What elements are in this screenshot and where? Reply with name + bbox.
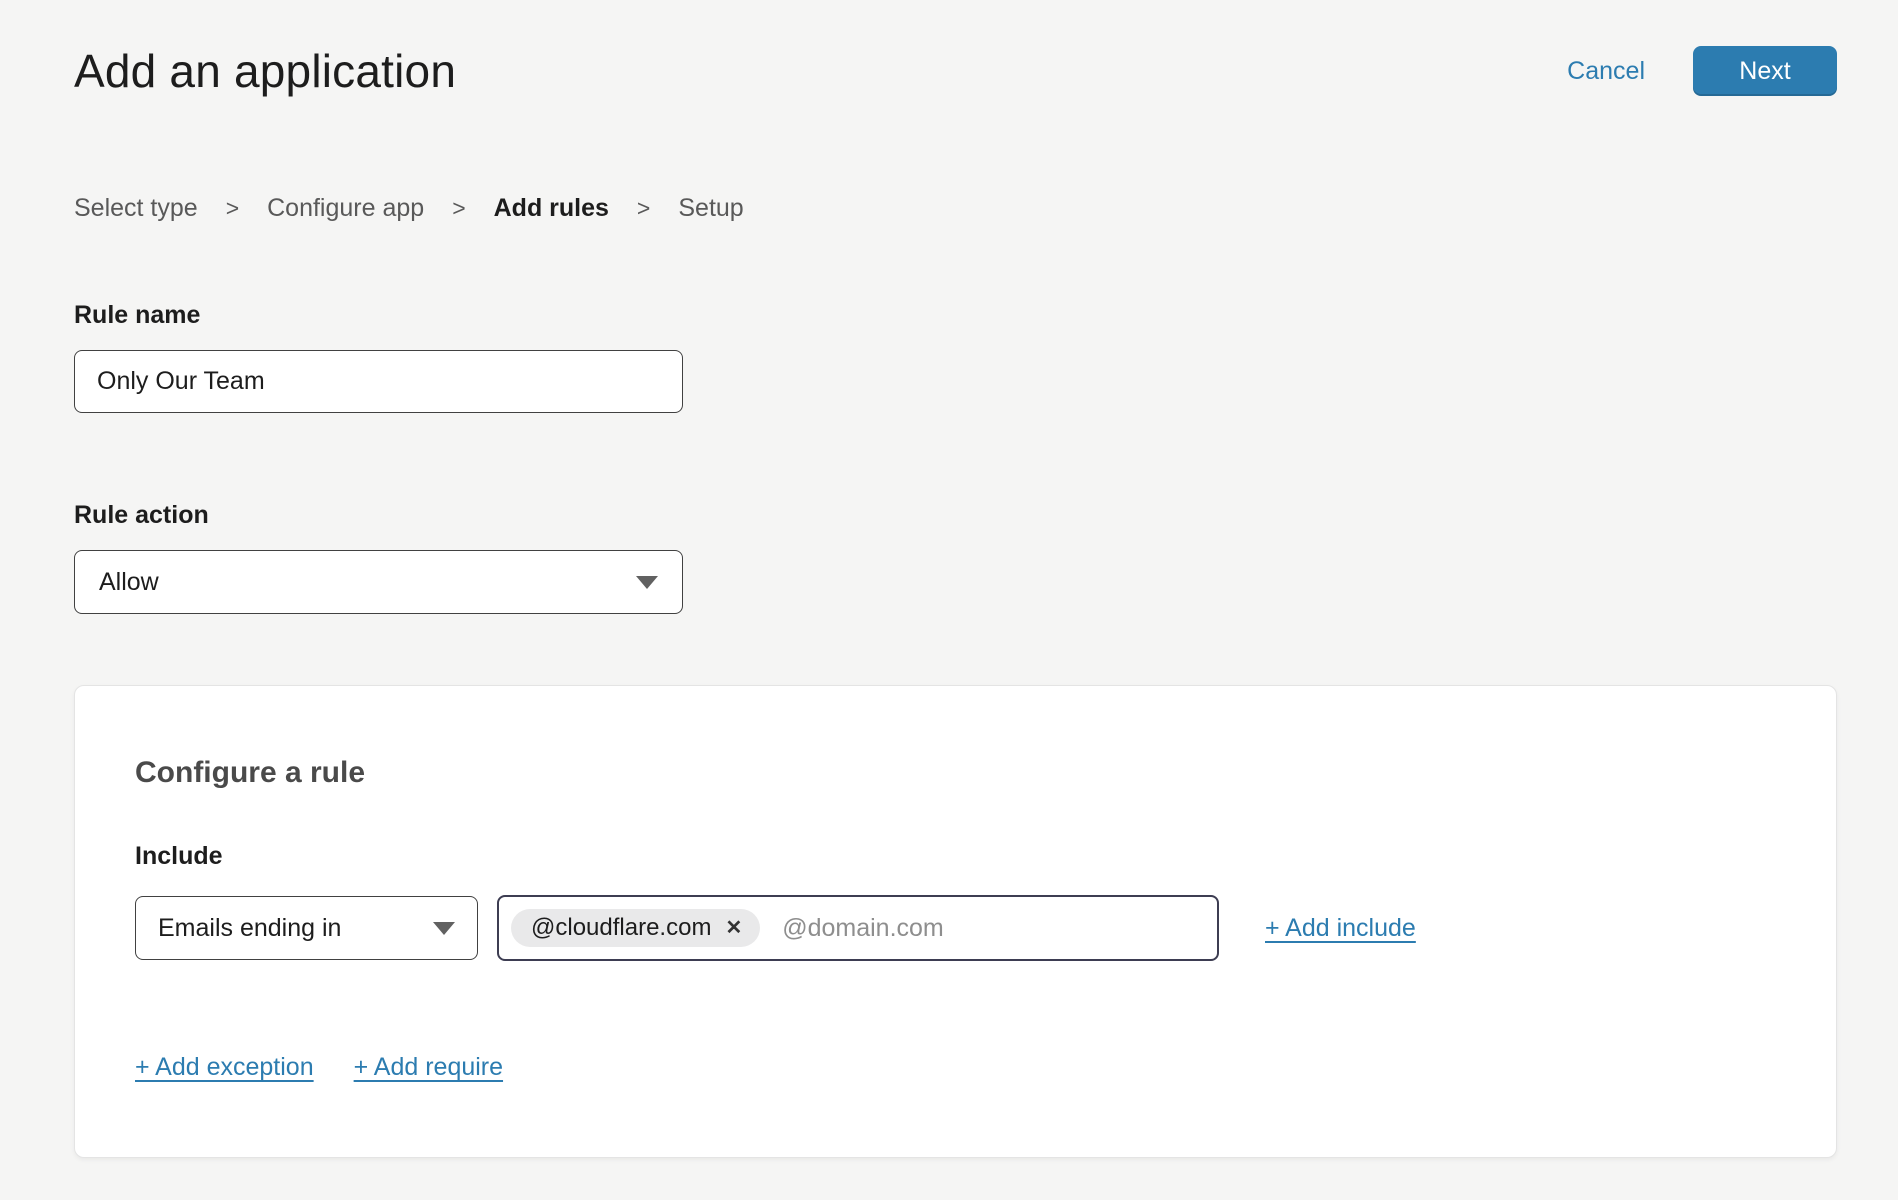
add-application-page: Add an application Cancel Next Select ty… bbox=[0, 0, 1898, 1200]
header-actions: Cancel Next bbox=[1567, 46, 1837, 96]
rule-action-selected-value: Allow bbox=[99, 568, 159, 597]
include-criteria-select[interactable]: Emails ending in bbox=[135, 896, 478, 960]
rule-name-input[interactable] bbox=[74, 350, 683, 413]
chip-label: @cloudflare.com bbox=[531, 914, 711, 942]
breadcrumb-step-setup[interactable]: Setup bbox=[678, 194, 743, 223]
chevron-down-icon bbox=[636, 576, 658, 589]
breadcrumb-step-add-rules[interactable]: Add rules bbox=[494, 194, 609, 223]
chevron-down-icon bbox=[433, 922, 455, 935]
email-domains-tag-input[interactable]: @cloudflare.com ✕ bbox=[497, 895, 1219, 961]
rule-action-select[interactable]: Allow bbox=[74, 550, 683, 614]
next-button[interactable]: Next bbox=[1693, 46, 1837, 96]
breadcrumb: Select type > Configure app > Add rules … bbox=[74, 194, 1837, 223]
breadcrumb-step-select-type[interactable]: Select type bbox=[74, 194, 198, 223]
include-criteria-selected-value: Emails ending in bbox=[158, 914, 341, 943]
card-links-row: + Add exception + Add require bbox=[135, 1053, 1776, 1082]
rule-action-label: Rule action bbox=[74, 501, 1837, 530]
include-label: Include bbox=[135, 842, 1776, 871]
include-rule-row: Emails ending in @cloudflare.com ✕ + Add… bbox=[135, 895, 1776, 961]
add-exception-link[interactable]: + Add exception bbox=[135, 1053, 314, 1082]
breadcrumb-separator-icon: > bbox=[226, 195, 239, 222]
breadcrumb-separator-icon: > bbox=[637, 195, 650, 222]
domain-entry-input[interactable] bbox=[782, 914, 1205, 943]
chip-remove-icon[interactable]: ✕ bbox=[725, 918, 742, 938]
card-title: Configure a rule bbox=[135, 756, 1776, 790]
add-require-link[interactable]: + Add require bbox=[354, 1053, 503, 1082]
rule-name-label: Rule name bbox=[74, 301, 1837, 330]
page-header: Add an application Cancel Next bbox=[74, 44, 1837, 98]
cancel-button[interactable]: Cancel bbox=[1567, 57, 1645, 86]
page-title: Add an application bbox=[74, 44, 456, 98]
email-domain-chip: @cloudflare.com ✕ bbox=[511, 909, 760, 947]
add-include-link[interactable]: + Add include bbox=[1265, 914, 1416, 943]
configure-rule-card: Configure a rule Include Emails ending i… bbox=[74, 685, 1837, 1158]
breadcrumb-step-configure-app[interactable]: Configure app bbox=[267, 194, 424, 223]
breadcrumb-separator-icon: > bbox=[452, 195, 465, 222]
